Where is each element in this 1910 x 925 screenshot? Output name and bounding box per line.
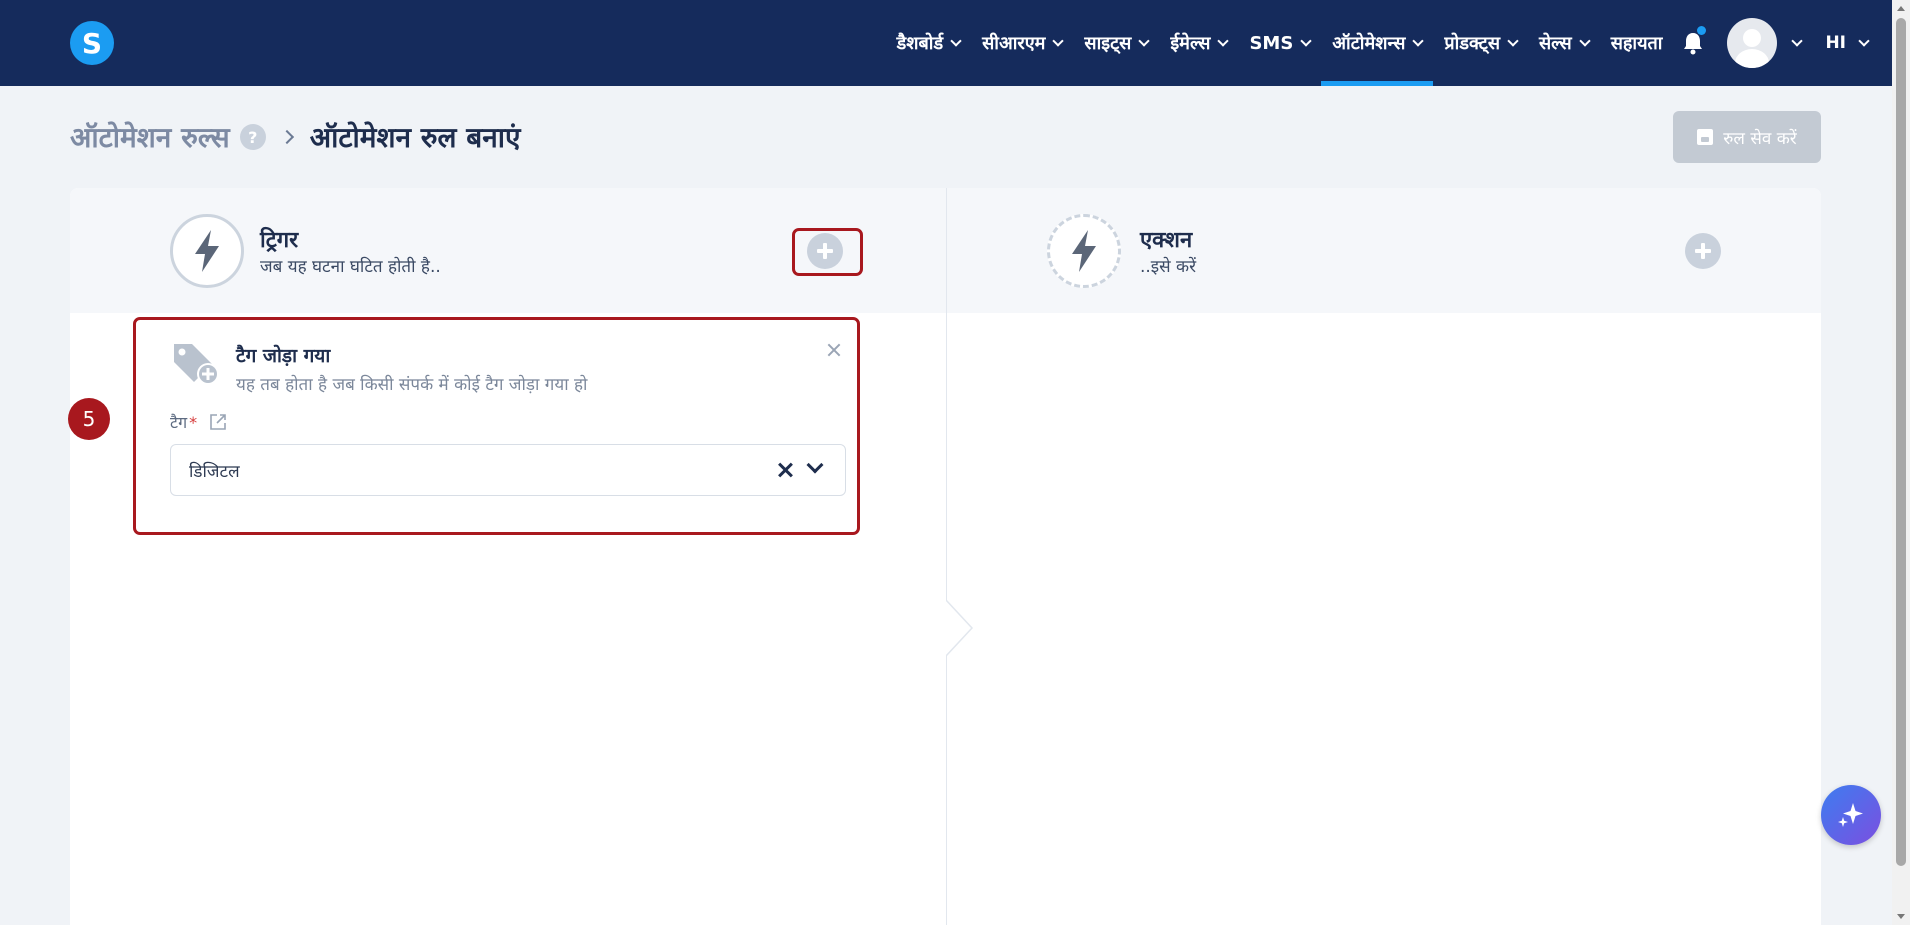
nav-crm[interactable]: सीआरएम [971, 0, 1073, 86]
nav-sites[interactable]: साइट्स [1073, 0, 1159, 86]
external-link-icon[interactable] [209, 413, 227, 431]
action-panel: एक्शन ..इसे करें [946, 188, 1821, 925]
trigger-title: ट्रिगर [260, 228, 299, 253]
trigger-icon-circle [170, 214, 244, 288]
ai-assistant-button[interactable] [1821, 785, 1881, 845]
trigger-card-description: यह तब होता है जब किसी संपर्क में कोई टैग… [236, 375, 588, 395]
step-badge: 5 [68, 398, 110, 440]
lightning-cycle-icon [1072, 230, 1096, 272]
chevron-down-icon [1579, 34, 1591, 47]
floppy-disk-icon [1697, 129, 1714, 145]
panel-divider-notch [946, 600, 974, 656]
chevron-down-icon [950, 34, 962, 47]
nav-label: सहायता [1610, 33, 1663, 54]
nav-label: डैशबोर्ड [896, 33, 944, 54]
add-trigger-highlight [792, 228, 863, 276]
close-icon[interactable] [826, 342, 842, 358]
plus-icon [1695, 243, 1711, 259]
lightning-icon [195, 230, 219, 272]
nav-label: सीआरएम [982, 33, 1046, 54]
notification-dot [1697, 26, 1707, 35]
action-subtitle: ..इसे करें [1140, 257, 1197, 277]
breadcrumb-automation-rules[interactable]: ऑटोमेशन रुल्स [70, 118, 230, 156]
tag-field-label: टैग * [170, 411, 227, 433]
clear-icon[interactable] [777, 462, 793, 478]
app-logo[interactable]: S [70, 21, 114, 65]
help-icon[interactable]: ? [239, 124, 266, 150]
sparkle-icon [1838, 803, 1863, 827]
breadcrumb: ऑटोमेशन रुल्स ? ऑटोमेशन रुल बनाएं [70, 118, 521, 156]
page-title: ऑटोमेशन रुल बनाएं [309, 121, 521, 154]
nav-label: सेल्स [1539, 33, 1572, 54]
chevron-down-icon [1300, 34, 1312, 47]
action-panel-header: एक्शन ..इसे करें [947, 188, 1821, 313]
required-mark: * [189, 412, 198, 432]
trigger-card: टैग जोड़ा गया यह तब होता है जब किसी संपर… [133, 317, 860, 535]
nav-dashboard[interactable]: डैशबोर्ड [886, 0, 971, 86]
user-menu[interactable] [1713, 0, 1811, 86]
save-rule-button[interactable]: रुल सेव करें [1673, 111, 1821, 163]
chevron-down-icon [1412, 34, 1425, 47]
scroll-down-arrow-icon[interactable] [1897, 914, 1905, 919]
chevron-down-icon [1858, 34, 1870, 47]
tag-label-text: टैग [170, 413, 188, 432]
top-navbar: S डैशबोर्ड सीआरएम साइट्स ईमेल्स SMS ऑटोम… [0, 0, 1892, 86]
save-rule-label: रुल सेव करें [1723, 128, 1797, 149]
chevron-down-icon [1052, 34, 1065, 47]
tag-select[interactable]: डिजिटल [170, 444, 846, 496]
chevron-down-icon [1507, 34, 1519, 47]
tag-select-value: डिजिटल [189, 462, 240, 482]
trigger-panel: ट्रिगर जब यह घटना घटित होती है.. [70, 188, 946, 925]
notifications-button[interactable] [1673, 0, 1713, 86]
chevron-right-icon [279, 129, 294, 145]
nav-label: SMS [1249, 32, 1294, 54]
page-scrollbar[interactable] [1892, 0, 1910, 925]
action-title: एक्शन [1140, 228, 1193, 253]
action-icon-circle [1047, 214, 1121, 288]
nav-products[interactable]: प्रोडक्ट्स [1433, 0, 1528, 86]
nav-label: ऑटोमेशन्स [1332, 33, 1406, 54]
nav-help[interactable]: सहायता [1600, 0, 1674, 86]
tag-add-icon [174, 344, 219, 385]
language-selector[interactable]: HI [1811, 0, 1892, 86]
avatar [1727, 18, 1778, 68]
add-action-button[interactable] [1685, 233, 1721, 269]
chevron-down-icon[interactable] [806, 456, 824, 474]
chevron-down-icon [1138, 34, 1151, 47]
trigger-card-title: टैग जोड़ा गया [236, 345, 331, 367]
nav-sms[interactable]: SMS [1238, 0, 1321, 86]
main-nav: डैशबोर्ड सीआरएम साइट्स ईमेल्स SMS ऑटोमेश… [886, 0, 1892, 86]
chevron-down-icon [1217, 34, 1230, 47]
nav-automations[interactable]: ऑटोमेशन्स [1321, 0, 1434, 86]
nav-label: प्रोडक्ट्स [1444, 33, 1501, 54]
scroll-thumb[interactable] [1896, 18, 1906, 866]
nav-label: ईमेल्स [1170, 33, 1211, 54]
scroll-up-arrow-icon[interactable] [1897, 6, 1905, 11]
chevron-down-icon [1791, 34, 1804, 47]
trigger-subtitle: जब यह घटना घटित होती है.. [260, 257, 441, 277]
nav-emails[interactable]: ईमेल्स [1159, 0, 1238, 86]
nav-label: साइट्स [1084, 33, 1132, 54]
language-label: HI [1825, 33, 1846, 53]
nav-sales[interactable]: सेल्स [1528, 0, 1600, 86]
